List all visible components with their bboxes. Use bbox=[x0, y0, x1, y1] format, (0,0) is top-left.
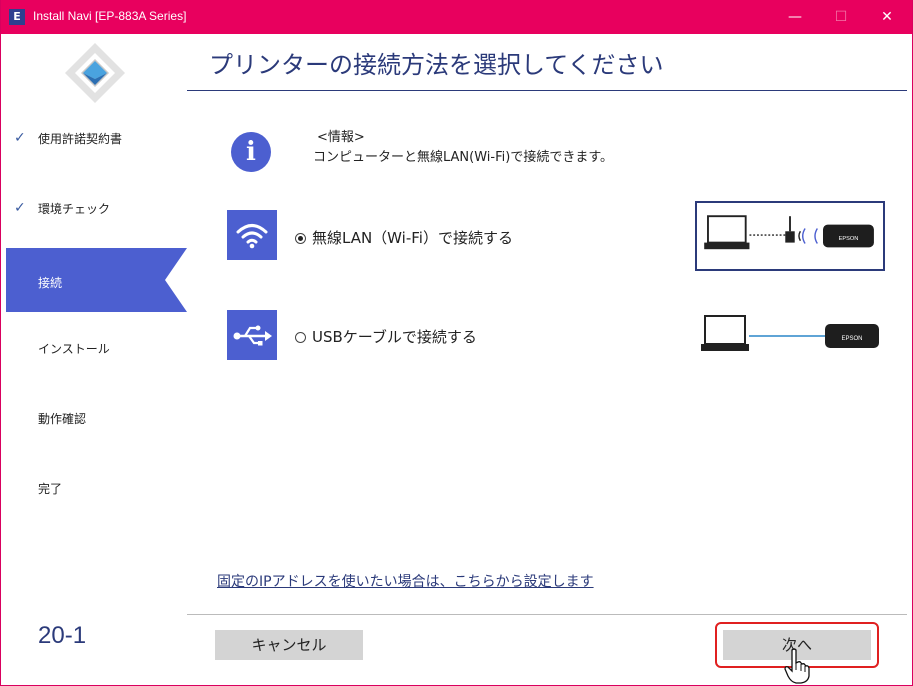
title-bar[interactable]: E Install Navi [EP-883A Series] — ☐ ✕ bbox=[1, 0, 912, 34]
option-label: USBケーブルで接続する bbox=[312, 328, 477, 346]
sidebar-steps: ✓ 使用許諾契約書 ✓ 環境チェック 接続 インストール 動作確認 完了 20-… bbox=[6, 34, 187, 680]
window-title: Install Navi [EP-883A Series] bbox=[33, 9, 187, 23]
info-heading: <情報> bbox=[317, 130, 365, 145]
step-install: インストール bbox=[6, 314, 187, 378]
step-label: 完了 bbox=[38, 482, 63, 496]
close-button[interactable]: ✕ bbox=[864, 0, 910, 34]
wifi-connection-diagram: EPSON bbox=[695, 201, 885, 271]
footer-divider bbox=[187, 614, 907, 615]
active-step-notch bbox=[165, 248, 187, 312]
printer-brand-label: EPSON bbox=[839, 236, 859, 242]
step-label: インストール bbox=[38, 342, 110, 356]
step-license: ✓ 使用許諾契約書 bbox=[6, 104, 187, 168]
page-number: 20-1 bbox=[38, 622, 87, 649]
usb-icon[interactable] bbox=[227, 310, 277, 360]
step-environment-check: ✓ 環境チェック bbox=[6, 174, 187, 238]
option-label: 無線LAN（Wi-Fi）で接続する bbox=[312, 229, 513, 247]
usb-connection-option[interactable]: USBケーブルで接続する bbox=[295, 326, 477, 347]
step-label: 動作確認 bbox=[38, 412, 87, 426]
epson-logo-icon bbox=[65, 43, 125, 103]
app-icon: E bbox=[9, 9, 25, 25]
info-text: コンピューターと無線LAN(Wi-Fi)で接続できます。 bbox=[313, 150, 614, 165]
wifi-connection-option[interactable]: 無線LAN（Wi-Fi）で接続する bbox=[295, 227, 513, 248]
step-label: 環境チェック bbox=[38, 202, 111, 216]
installer-window: E Install Navi [EP-883A Series] — ☐ ✕ ✓ … bbox=[0, 0, 913, 686]
step-operation-check: 動作確認 bbox=[6, 384, 187, 448]
radio-selected-icon[interactable] bbox=[295, 233, 306, 244]
minimize-button[interactable]: — bbox=[772, 0, 818, 34]
static-ip-settings-link[interactable]: 固定のIPアドレスを使いたい場合は、こちらから設定します bbox=[217, 571, 594, 591]
maximize-button[interactable]: ☐ bbox=[818, 0, 864, 34]
radio-unselected-icon[interactable] bbox=[295, 332, 306, 343]
usb-connection-diagram: EPSON bbox=[701, 315, 879, 351]
wifi-icon[interactable] bbox=[227, 210, 277, 260]
cancel-button[interactable]: キャンセル bbox=[215, 630, 363, 660]
step-connection: 接続 bbox=[6, 248, 187, 312]
step-label: 接続 bbox=[38, 276, 63, 290]
page-title: プリンターの接続方法を選択してください bbox=[209, 51, 664, 79]
info-icon: i bbox=[231, 132, 271, 172]
checkmark-icon: ✓ bbox=[14, 200, 26, 216]
title-divider bbox=[187, 90, 907, 91]
step-label: 使用許諾契約書 bbox=[38, 132, 123, 146]
checkmark-icon: ✓ bbox=[14, 130, 26, 146]
printer-brand-label: EPSON bbox=[841, 336, 862, 342]
step-complete: 完了 bbox=[6, 454, 187, 518]
hand-cursor-icon bbox=[784, 648, 810, 684]
main-panel: プリンターの接続方法を選択してください i <情報> コンピューターと無線LAN… bbox=[187, 34, 907, 684]
